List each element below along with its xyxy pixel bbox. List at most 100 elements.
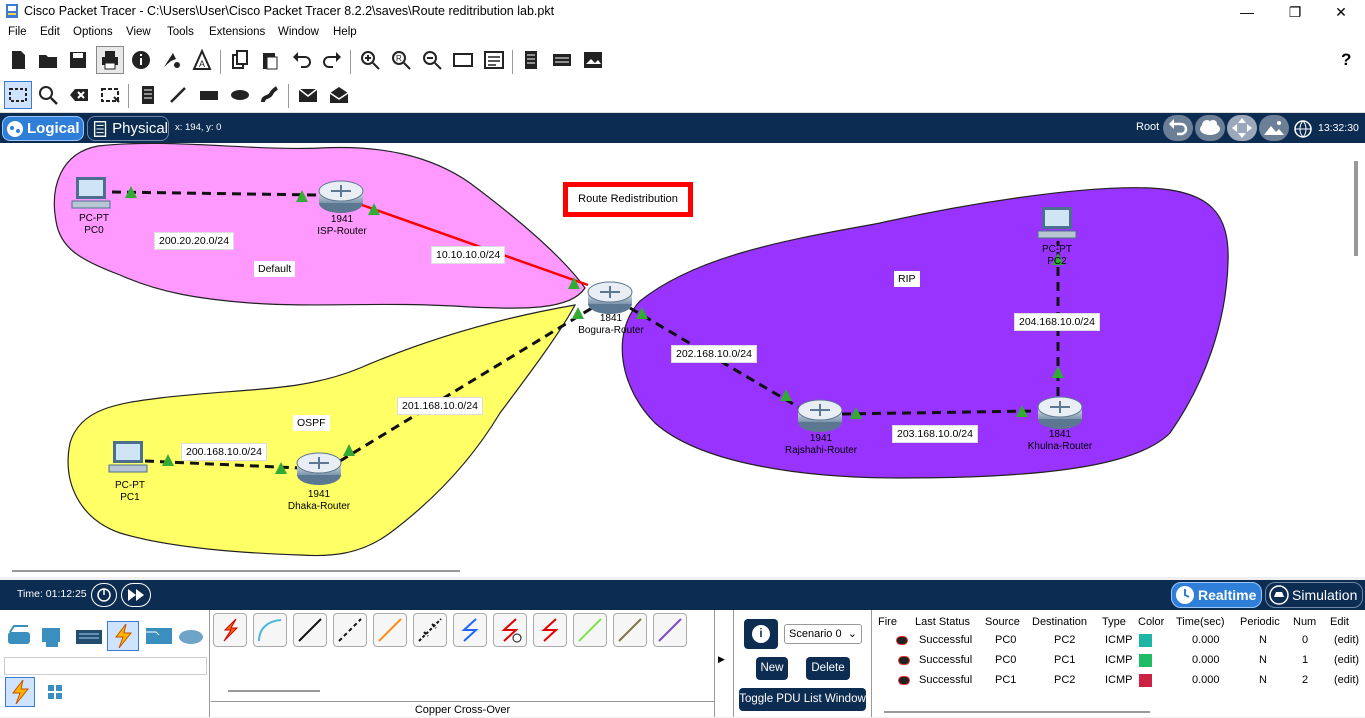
pc0-label[interactable]: PC-PT PC0: [79, 213, 109, 237]
scenario-select[interactable]: Scenario 0 ⌄: [784, 624, 862, 644]
menu-file[interactable]: File: [8, 26, 27, 38]
fiber-icon[interactable]: [373, 613, 407, 647]
bogura-router-label[interactable]: 1841 Bogura-Router: [578, 313, 644, 337]
power-cycle-icon[interactable]: [91, 583, 117, 607]
pdu-row[interactable]: Successful PC0 PC2 ICMP 0.000 N 0 (edit): [874, 631, 1365, 651]
copy-icon[interactable]: [226, 46, 254, 74]
iot-cable-icon[interactable]: [613, 613, 647, 647]
custom-device-icon[interactable]: [480, 46, 508, 74]
paste-icon[interactable]: [256, 46, 284, 74]
pdu-row[interactable]: Successful PC1 PC2 ICMP 0.000 N 2 (edit): [874, 671, 1365, 691]
phone-cable-icon[interactable]: [413, 613, 447, 647]
draw-line-icon[interactable]: [164, 81, 192, 109]
menu-help[interactable]: Help: [333, 26, 357, 38]
scenario-info-icon[interactable]: i: [744, 619, 778, 649]
auto-connection-icon[interactable]: [213, 613, 247, 647]
draw-rectangle-icon[interactable]: [195, 81, 223, 109]
pdu-edit-link[interactable]: (edit): [1334, 654, 1359, 666]
col-color: Color: [1138, 616, 1165, 628]
expand-arrow-icon[interactable]: ▶: [718, 654, 725, 665]
chevron-down-icon: ⌄: [847, 628, 857, 640]
octal-cable-icon[interactable]: [573, 613, 607, 647]
background-image-icon[interactable]: [1259, 115, 1289, 141]
fire-icon[interactable]: [896, 636, 908, 645]
pdu-status: Successful: [919, 674, 973, 686]
delete-icon[interactable]: [65, 81, 93, 109]
khulna-router-label[interactable]: 1841 Khulna-Router: [1028, 429, 1092, 453]
add-complex-pdu-icon[interactable]: [325, 81, 353, 109]
pc2-label[interactable]: PC-PT PC2: [1042, 244, 1072, 268]
simulation-tab[interactable]: Simulation: [1265, 582, 1363, 608]
open-folder-icon[interactable]: [34, 46, 62, 74]
move-icon[interactable]: [1227, 115, 1257, 141]
maximize-button[interactable]: ❐: [1280, 2, 1310, 22]
place-note-icon[interactable]: [134, 81, 162, 109]
fast-forward-icon[interactable]: [121, 583, 151, 607]
back-icon[interactable]: [1163, 115, 1193, 141]
new-scenario-button[interactable]: New: [756, 657, 788, 680]
screenshot-icon[interactable]: [579, 46, 607, 74]
draw-ellipse-icon[interactable]: [226, 81, 254, 109]
print-icon[interactable]: [96, 46, 124, 74]
menu-view[interactable]: View: [126, 26, 151, 38]
menu-window[interactable]: Window: [278, 26, 319, 38]
select-icon[interactable]: [4, 81, 32, 109]
connections-category-icon[interactable]: [107, 621, 139, 651]
connections-subtype-icon[interactable]: [5, 677, 35, 707]
realtime-tab[interactable]: Realtime: [1171, 582, 1262, 608]
zoom-in-icon[interactable]: [356, 46, 384, 74]
new-file-icon[interactable]: [4, 46, 32, 74]
undo-icon[interactable]: [288, 46, 316, 74]
pdu-num: 2: [1302, 674, 1309, 686]
serial-dce-icon[interactable]: [493, 613, 527, 647]
device-template-icon[interactable]: [548, 46, 576, 74]
cable-scroll-thumb[interactable]: [228, 690, 320, 692]
delete-scenario-button[interactable]: Delete: [806, 657, 850, 680]
network-wizard-icon[interactable]: [158, 46, 186, 74]
toggle-pdu-list-button[interactable]: Toggle PDU List Window: [739, 688, 866, 711]
minimize-button[interactable]: —: [1232, 2, 1262, 22]
pdu-edit-link[interactable]: (edit): [1334, 634, 1359, 646]
drawing-palette-icon[interactable]: [449, 46, 477, 74]
pc0-icon: [71, 177, 111, 209]
zoom-out-icon[interactable]: [418, 46, 446, 74]
dhaka-router-label[interactable]: 1941 Dhaka-Router: [288, 489, 350, 513]
usb-cable-icon[interactable]: [653, 613, 687, 647]
save-icon[interactable]: [64, 46, 92, 74]
info-icon[interactable]: [127, 46, 155, 74]
fire-icon[interactable]: [898, 656, 910, 665]
pdu-edit-link[interactable]: (edit): [1334, 674, 1359, 686]
logical-workspace[interactable]: Route Redistribution Default OSPF RIP 20…: [0, 143, 1365, 577]
zoom-reset-icon[interactable]: R: [387, 46, 415, 74]
rajshahi-router-label[interactable]: 1941 Rajshahi-Router: [785, 433, 857, 457]
pdu-row[interactable]: Successful PC0 PC1 ICMP 0.000 N 1 (edit): [874, 651, 1365, 671]
freeform-icon[interactable]: [256, 81, 284, 109]
help-icon[interactable]: ?: [1341, 50, 1351, 70]
console-cable-icon[interactable]: [253, 613, 287, 647]
resize-shape-icon[interactable]: [96, 81, 124, 109]
menu-tools[interactable]: Tools: [167, 26, 194, 38]
redo-icon[interactable]: [318, 46, 346, 74]
menu-options[interactable]: Options: [73, 26, 113, 38]
coaxial-icon[interactable]: [453, 613, 487, 647]
serial-dte-icon[interactable]: [533, 613, 567, 647]
logical-tab[interactable]: Logical: [2, 116, 84, 141]
fire-icon[interactable]: [898, 676, 910, 685]
grid-icon[interactable]: [46, 683, 64, 701]
add-simple-pdu-icon[interactable]: [294, 81, 322, 109]
cloud-icon[interactable]: [1195, 115, 1225, 141]
pc1-label[interactable]: PC-PT PC1: [115, 480, 145, 504]
physical-tab[interactable]: Physical: [87, 116, 169, 141]
device-search-input[interactable]: [4, 657, 207, 675]
copper-straight-icon[interactable]: [293, 613, 327, 647]
activity-wizard-icon[interactable]: A: [188, 46, 216, 74]
menu-extensions[interactable]: Extensions: [209, 26, 265, 38]
inspect-icon[interactable]: [34, 81, 62, 109]
isp-router-label[interactable]: 1941 ISP-Router: [317, 214, 366, 238]
menu-edit[interactable]: Edit: [40, 26, 60, 38]
close-button[interactable]: ✕: [1326, 2, 1356, 22]
notes-icon[interactable]: [517, 46, 545, 74]
pdu-scroll-thumb[interactable]: [884, 711, 1150, 713]
title-note[interactable]: Route Redistribution: [563, 182, 693, 217]
copper-crossover-icon[interactable]: [333, 613, 367, 647]
